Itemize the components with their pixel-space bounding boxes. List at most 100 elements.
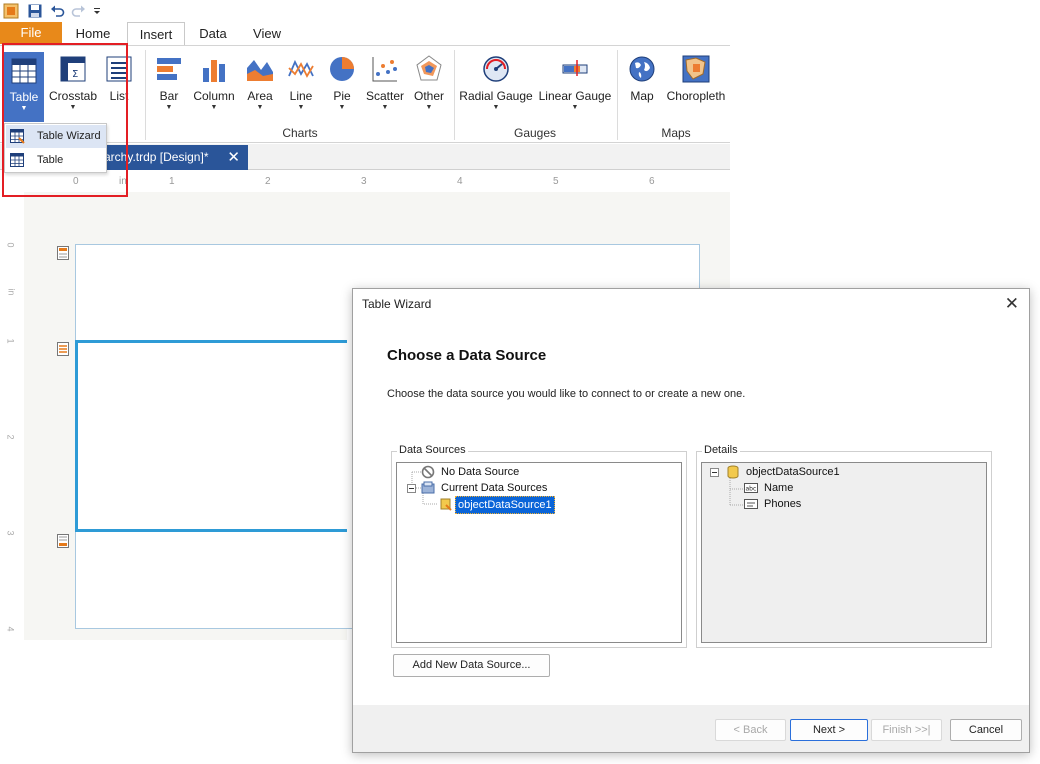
tree-node-label: No Data Source: [441, 466, 520, 478]
tab-view[interactable]: View: [242, 22, 292, 46]
ruler-tick: in: [119, 176, 127, 187]
table-button-label: Table: [9, 90, 39, 104]
ruler-tick: 2: [5, 434, 16, 440]
line-chart-button[interactable]: Line ▼: [284, 54, 318, 112]
tree-node-label: Name: [764, 482, 794, 494]
finish-button[interactable]: Finish >>|: [871, 719, 942, 741]
pie-label: Pie: [333, 89, 351, 103]
map-label: Map: [630, 89, 654, 103]
table-wizard-icon: [10, 129, 25, 144]
column-label: Column: [193, 89, 235, 103]
horizontal-ruler: 0 in 1 2 3 4 5 6: [0, 170, 730, 192]
undo-icon[interactable]: [49, 3, 65, 19]
tab-data[interactable]: Data: [188, 22, 238, 46]
scatter-chart-button[interactable]: Scatter ▼: [365, 54, 405, 112]
menu-item-label: Table Wizard: [37, 130, 101, 142]
group-separator: [145, 50, 146, 140]
tree-node-label: Current Data Sources: [441, 482, 548, 494]
scatter-chart-icon: [372, 57, 397, 82]
pie-chart-button[interactable]: Pie ▼: [326, 54, 358, 112]
area-label: Area: [247, 89, 273, 103]
map-button[interactable]: Map: [625, 54, 659, 103]
data-sources-tree[interactable]: No Data Source Current Data Sources obje…: [396, 462, 682, 643]
detail-section-icon[interactable]: [57, 342, 69, 356]
ruler-tick: 1: [169, 176, 175, 187]
menu-item-table[interactable]: Table: [6, 149, 106, 172]
collapse-icon[interactable]: [710, 468, 719, 477]
tab-insert[interactable]: Insert: [127, 22, 185, 46]
tree-connector-lines: [729, 478, 744, 506]
charts-group-label: Charts: [282, 126, 318, 140]
chevron-down-icon: ▼: [381, 104, 389, 111]
linear-gauge-button[interactable]: Linear Gauge ▼: [537, 54, 613, 112]
chevron-down-icon: ▼: [338, 104, 346, 111]
page-footer-section-icon[interactable]: [57, 534, 69, 548]
svg-text:Σ: Σ: [72, 69, 78, 80]
back-button[interactable]: < Back: [715, 719, 786, 741]
tab-home[interactable]: Home: [64, 22, 122, 46]
chevron-down-icon: ▼: [210, 104, 218, 111]
chevron-down-icon: ▼: [69, 104, 77, 111]
close-tab-icon[interactable]: ✕: [227, 145, 240, 170]
ruler-tick: 0: [5, 242, 16, 248]
radial-gauge-button[interactable]: Radial Gauge ▼: [458, 54, 534, 112]
selected-report-section[interactable]: [75, 340, 347, 532]
list-button[interactable]: List: [104, 54, 134, 103]
column-chart-icon: [203, 60, 225, 82]
ruler-tick: 3: [361, 176, 367, 187]
choropleth-label: Choropleth: [666, 89, 726, 103]
quick-access-toolbar: [0, 0, 730, 22]
list-icon: [106, 56, 132, 82]
save-icon[interactable]: [27, 3, 43, 19]
dialog-body: Choose a Data Source Choose the data sou…: [353, 319, 1029, 705]
linear-gauge-label: Linear Gauge: [538, 89, 612, 103]
app-icon[interactable]: [3, 3, 19, 19]
crosstab-label: Crosstab: [48, 89, 98, 103]
no-entry-icon: [421, 465, 435, 479]
line-chart-icon: [288, 59, 314, 78]
bar-label: Bar: [159, 89, 179, 103]
customize-qat-icon[interactable]: [92, 3, 102, 19]
list-label: List: [109, 89, 129, 103]
chevron-down-icon: ▼: [165, 104, 173, 111]
ribbon-tabs: File Home Insert Data View: [0, 22, 730, 46]
column-chart-button[interactable]: Column ▼: [191, 54, 237, 112]
data-sources-folder-icon: [421, 481, 435, 494]
page-header-section-icon[interactable]: [57, 246, 69, 260]
dialog-footer: < Back Next > Finish >>| Cancel: [353, 705, 1029, 752]
tree-node-label: objectDataSource1: [455, 496, 555, 514]
text-field-icon: abc: [744, 483, 758, 493]
wizard-step-description: Choose the data source you would like to…: [387, 388, 746, 400]
details-tree[interactable]: objectDataSource1 abc Name Phones: [701, 462, 987, 643]
area-chart-button[interactable]: Area ▼: [243, 54, 277, 112]
ribbon-insert: Table ▼ Σ Crosstab ▼ List Bar ▼ Column ▼…: [0, 45, 730, 143]
other-label: Other: [413, 89, 444, 103]
bar-chart-icon: [157, 58, 181, 80]
chevron-down-icon: ▼: [492, 104, 500, 111]
wizard-step-heading: Choose a Data Source: [387, 347, 547, 364]
pie-chart-icon: [330, 57, 354, 81]
collapse-icon[interactable]: [407, 484, 416, 493]
dialog-titlebar: Table Wizard ✕: [353, 289, 1029, 319]
table-button[interactable]: Table ▼: [4, 52, 44, 122]
table-icon: [10, 153, 24, 167]
next-button[interactable]: Next >: [790, 719, 868, 741]
tab-file[interactable]: File: [0, 22, 62, 44]
details-group: Details objectDataSource1 abc Name Phone…: [696, 444, 992, 648]
cancel-button[interactable]: Cancel: [950, 719, 1022, 741]
close-icon[interactable]: ✕: [1005, 294, 1019, 314]
crosstab-button[interactable]: Σ Crosstab ▼: [48, 54, 98, 112]
redo-icon[interactable]: [71, 3, 87, 19]
ruler-tick: 2: [265, 176, 271, 187]
add-new-data-source-button[interactable]: Add New Data Source...: [393, 654, 550, 677]
menu-item-table-wizard[interactable]: Table Wizard: [6, 125, 106, 148]
maps-group-label: Maps: [661, 126, 691, 140]
bar-chart-button[interactable]: Bar ▼: [152, 54, 186, 112]
data-sources-group: Data Sources No Data Source Current Data…: [391, 444, 687, 648]
ruler-tick: 3: [5, 530, 16, 536]
ruler-tick: 5: [553, 176, 559, 187]
choropleth-button[interactable]: Choropleth: [664, 54, 728, 103]
document-tab[interactable]: rarchy.trdp [Design]* ✕: [96, 145, 248, 170]
other-chart-button[interactable]: Other ▼: [410, 54, 448, 112]
vertical-ruler: 0 in 1 2 3 4: [0, 192, 24, 640]
